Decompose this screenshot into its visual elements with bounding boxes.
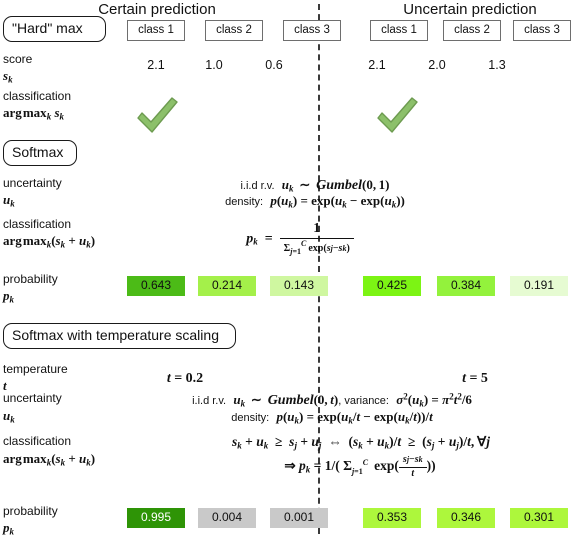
formula-gumbel-density: density: p(uk) = exp(uk − exp(uk)) <box>225 193 405 210</box>
probability-chip-r3: 0.191 <box>510 276 568 296</box>
row-label-score: score <box>3 52 33 66</box>
row-label-classification-hard-math: arg maxk sk <box>3 105 64 122</box>
probability-chip-l3: 0.143 <box>270 276 328 296</box>
formula-temp-ordering: sk + uk ≥ sj + uj ⇔ (sk + uk)/t ≥ (sj + … <box>232 434 490 451</box>
score-r1: 2.1 <box>368 58 386 72</box>
score-r2: 2.0 <box>428 58 446 72</box>
temperature-value-left: t = 0.2 <box>166 371 204 386</box>
temperature-value-right: t = 5 <box>462 371 488 386</box>
class-header-l3: class 3 <box>283 20 341 41</box>
row-label-uncertainty-temp-math: uk <box>3 408 15 425</box>
probability-chip-l2: 0.214 <box>198 276 256 296</box>
formula-softmax-pk: pk = 1 Σj=1C exp(sj−sk) <box>200 221 400 256</box>
probability-temp-chip-l3: 0.001 <box>270 508 328 528</box>
class-header-l1: class 1 <box>127 20 185 41</box>
row-label-probability-temp-math: pk <box>3 520 14 537</box>
probability-temp-chip-r2: 0.346 <box>437 508 495 528</box>
probability-chip-r1: 0.425 <box>363 276 421 296</box>
class-header-l2: class 2 <box>205 20 263 41</box>
row-label-uncertainty-softmax-math: uk <box>3 192 15 209</box>
probability-temp-chip-l1: 0.995 <box>127 508 185 528</box>
row-label-uncertainty-temp: uncertainty <box>3 391 62 405</box>
row-label-classification-softmax: classification <box>3 217 72 231</box>
probability-chip-l1: 0.643 <box>127 276 185 296</box>
probability-temp-chip-l2: 0.004 <box>198 508 256 528</box>
class-header-r3: class 3 <box>513 20 571 41</box>
row-label-probability-temp: probability <box>3 504 58 518</box>
probability-chip-r2: 0.384 <box>437 276 495 296</box>
section-title-softmax: Softmax <box>3 140 77 166</box>
formula-gumbel-t-density: density: p(uk) = exp(uk/t − exp(uk/t))/t <box>231 409 433 426</box>
row-label-classification-temp: classification <box>3 434 72 448</box>
row-label-classification-temp-math: arg maxk(sk + uk) <box>3 451 96 468</box>
class-header-r1: class 1 <box>370 20 428 41</box>
probability-temp-chip-r1: 0.353 <box>363 508 421 528</box>
row-label-temperature: temperature <box>3 362 68 376</box>
score-l1: 2.1 <box>147 58 165 72</box>
score-l2: 1.0 <box>205 58 223 72</box>
row-label-score-math: sk <box>3 68 13 85</box>
figure-root: Certain prediction Uncertain prediction … <box>0 0 572 538</box>
row-label-uncertainty-softmax: uncertainty <box>3 176 62 190</box>
group-header-uncertain: Uncertain prediction <box>403 1 537 18</box>
row-label-classification-hard: classification <box>3 89 72 103</box>
section-title-softmax-temp: Softmax with temperature scaling <box>3 323 236 349</box>
score-l3: 0.6 <box>265 58 283 72</box>
checkmark-certain <box>134 96 180 141</box>
formula-temp-pk: ⇒ pk = 1/( Σj=1C exp( sj−sk t )) <box>284 454 436 479</box>
section-title-hard-max: "Hard" max <box>3 16 106 42</box>
row-label-classification-softmax-math: arg maxk(sk + uk) <box>3 233 96 250</box>
score-r3: 1.3 <box>488 58 506 72</box>
probability-temp-chip-r3: 0.301 <box>510 508 568 528</box>
row-label-probability-softmax-math: pk <box>3 288 14 305</box>
checkmark-uncertain <box>374 96 420 141</box>
class-header-r2: class 2 <box>443 20 501 41</box>
formula-gumbel-t-dist: i.i.d r.v. uk ∼ Gumbel(0, t), variance: … <box>192 391 472 409</box>
row-label-probability-softmax: probability <box>3 272 58 286</box>
